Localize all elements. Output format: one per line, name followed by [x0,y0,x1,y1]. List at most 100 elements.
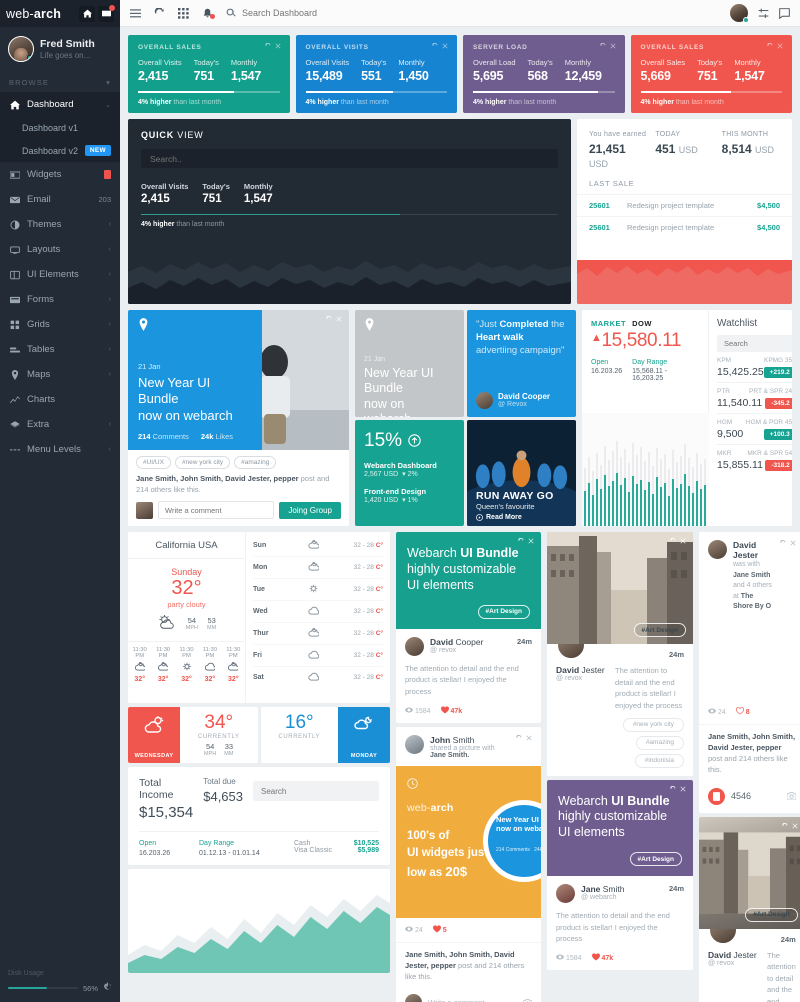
sidebar-subitem-dashboard-v2[interactable]: Dashboard v2 NEW [0,139,120,162]
stat-metric-value: 1,547 [230,69,262,83]
sidebar-item-grids[interactable]: Grids ‹ [0,312,120,337]
weather-forecast-row: Wed 32 - 28 C° [253,601,383,623]
stat-card-3: SERVER LOAD Overall Load 5,695 Today's 568 Mo… [463,35,625,113]
stat-metric: Monthly 12,459 [565,58,602,83]
watchlist-search-input[interactable] [717,335,792,351]
post-text: The attention to detail and the end prod… [767,950,796,1002]
post-stats: 1584 47k [396,704,541,723]
quick-view-search-input[interactable] [141,149,558,168]
sidebar-item-email[interactable]: Email 203 [0,187,120,212]
stat-metric-label: Today's [193,58,219,67]
read-more-button[interactable]: Read More [476,514,522,521]
close-icon [336,316,342,322]
post-tag-chip[interactable]: #amazing [635,735,684,750]
last-sale-row[interactable]: 25601 Redesign project template $4,500 [577,216,792,238]
comment-input[interactable] [158,501,275,519]
chevron-icon: ‹ [108,346,111,353]
app-root: web-arch Fred Smith Life goes on... BROW… [0,0,800,1002]
watchlist-row[interactable]: PTR PRT & SPR 245 11,540.11 -345.2 [717,382,792,413]
apps-grid-icon[interactable] [178,7,189,19]
chevron-icon: ‹ [108,321,111,328]
user-profile[interactable]: Fred Smith Life goes on... [0,27,120,71]
income-search-input[interactable] [253,781,379,801]
sidebar-item-themes[interactable]: Themes ‹ [0,212,120,237]
cloud-moon-icon [128,659,151,676]
card-controls[interactable] [432,43,448,49]
stat-card-title: OVERALL SALES [640,44,705,51]
notifications-bell-icon[interactable] [202,8,215,19]
topbar-avatar[interactable] [730,4,749,23]
browse-label: BROWSE [9,78,49,87]
search-input[interactable] [242,8,442,18]
sidebar-subitem-dashboard-v1[interactable]: Dashboard v1 [0,117,120,139]
card-controls[interactable] [326,316,342,322]
post-handle: @ revox [556,675,583,682]
card-controls[interactable] [516,734,532,741]
post-map-area [699,617,800,705]
watchlist-value: 9,500 [717,428,744,440]
charts-icon [9,395,20,405]
chevron-icon: ‹ [108,221,111,228]
card-controls[interactable] [518,538,534,544]
post-tag[interactable]: #Art Design [633,623,686,637]
settings-sliders-icon[interactable] [758,8,769,19]
watchlist-desc: HGM & POR 450 [745,419,792,426]
social-market-row: 21 Jan New Year UI Bundle now on webarch … [128,310,792,526]
ad-likes-text: Jane Smith, John Smith, David Jester, pe… [396,941,541,989]
watchlist-row[interactable]: KPM KPMG 350 15,425.25+219.2 [717,351,792,382]
teal-banner-tag[interactable]: #Art Design [477,604,530,619]
brand-logo[interactable]: web-arch [6,7,61,21]
social-post-overlay: 21 Jan New Year UI Bundle now on webarch … [128,310,262,450]
card-controls[interactable] [767,43,783,49]
chevron-icon: ⌄ [105,101,111,109]
sidebar-item-charts[interactable]: Charts [0,387,120,412]
sidebar-item-tables[interactable]: Tables ‹ [0,337,120,362]
card-controls[interactable] [264,43,281,49]
browse-collapse-icon[interactable]: ▾ [106,78,111,87]
forms-icon [9,295,20,305]
join-group-button[interactable]: Joing Group [279,501,341,519]
sidebar-item-ui-elements[interactable]: UI Elements ‹ [0,262,120,287]
watchlist-row[interactable]: MKR MKR & SPR 547 15,855.11 -318.2 [717,444,792,475]
search-box[interactable] [226,8,717,18]
sidebar-item-extra[interactable]: Extra ‹ [0,412,120,437]
stat-metric: Monthly 1,450 [398,58,428,83]
mail-icon[interactable] [98,4,115,22]
card-controls[interactable] [670,785,686,792]
post-tag-chip[interactable]: #indonisia [634,753,684,768]
home-icon[interactable] [79,5,95,22]
card-controls[interactable] [670,538,686,544]
comment-placeholder[interactable]: Write a comment [428,998,517,1002]
card-controls[interactable] [599,43,616,49]
post-handle: @ webarch [581,894,617,902]
sidebar-item-layouts[interactable]: Layouts ‹ [0,237,120,262]
camera-icon[interactable] [786,792,796,800]
card-controls[interactable] [782,822,798,829]
stat-footnote: 4% higher than last month [473,98,557,106]
breakdown-value: $5,989 [357,847,379,854]
earnings-metric-value: 21,451 USD [589,142,626,169]
forecast-day: Mon [253,564,268,571]
forecast-day: Tue [253,586,265,593]
watchlist-row[interactable]: HGM HGM & POR 450 9,500 +100.3 [717,413,792,444]
ad-comment-row[interactable]: Write a comment [396,988,541,1002]
sidebar-item-widgets[interactable]: Widgets [0,162,120,187]
social-chip[interactable]: #new york city [174,456,231,469]
messages-icon[interactable] [779,7,790,19]
sidebar-item-maps[interactable]: Maps ‹ [0,362,120,387]
sidebar-item-dashboard[interactable]: Dashboard ⌄ [0,92,120,117]
weather-mini-label: CURRENTLY [197,734,240,740]
sidebar-item-forms[interactable]: Forms ‹ [0,287,120,312]
stat-metric-label: Monthly [398,58,425,67]
purple-banner-tag[interactable]: #Art Design [629,852,682,867]
power-icon[interactable] [103,982,112,994]
refresh-icon[interactable] [154,7,165,19]
hamburger-icon[interactable] [130,8,141,19]
social-chip[interactable]: #amazing [234,456,277,469]
post-tag[interactable]: #Art Design [745,907,798,922]
social-chip[interactable]: #UI/UX [136,456,171,469]
sidebar-item-menu-levels[interactable]: Menu Levels ‹ [0,437,120,462]
card-controls[interactable] [780,540,796,546]
post-tag-chip[interactable]: #new york city [622,717,684,732]
last-sale-row[interactable]: 25601 Redesign project template $4,500 [577,194,792,216]
